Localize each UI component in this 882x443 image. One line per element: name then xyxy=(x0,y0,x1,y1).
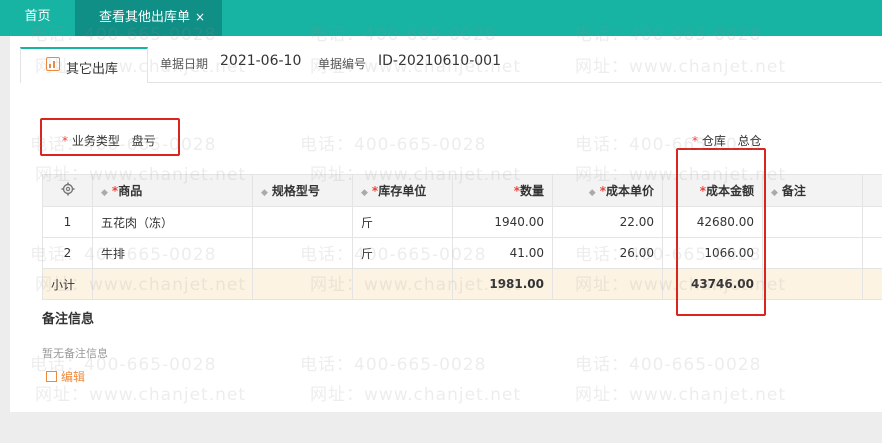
sort-icon[interactable]: ◆ xyxy=(361,188,368,198)
col-unit-cost-label: 成本单价 xyxy=(605,184,654,198)
highlight-box-cost-amount xyxy=(676,148,766,316)
row-index: 1 xyxy=(42,206,93,238)
sort-icon[interactable]: ◆ xyxy=(589,188,596,198)
cell-extra xyxy=(862,237,882,269)
tab-divider xyxy=(148,82,882,83)
cell-empty xyxy=(352,268,453,300)
cell-extra xyxy=(862,206,882,238)
date-value: 2021-06-10 xyxy=(220,53,302,69)
edit-remark-label: 编辑 xyxy=(61,370,86,384)
sort-icon[interactable]: ◆ xyxy=(261,188,268,198)
cell-unit-cost[interactable]: 26.00 xyxy=(552,237,663,269)
close-icon[interactable]: × xyxy=(195,0,205,34)
doc-type-tab-label: 其它出库 xyxy=(66,62,119,77)
tab-view-other-outbound[interactable]: 查看其他出库单 × xyxy=(75,0,222,36)
warehouse-label: 仓库 xyxy=(701,134,726,148)
cell-product[interactable]: 五花肉（冻） xyxy=(92,206,253,238)
chart-doc-icon xyxy=(46,57,60,71)
doc-no-value: ID-20210610-001 xyxy=(378,53,501,69)
cell-qty[interactable]: 41.00 xyxy=(452,237,553,269)
subtotal-label: 小计 xyxy=(42,268,93,300)
col-remark-label: 备注 xyxy=(781,184,806,198)
col-qty-label: 数量 xyxy=(519,184,544,198)
cell-product[interactable]: 牛排 xyxy=(92,237,253,269)
remark-empty-text: 暂无备注信息 xyxy=(42,347,108,360)
sort-icon[interactable]: ◆ xyxy=(771,188,778,198)
edit-icon[interactable] xyxy=(46,371,57,382)
cell-unit[interactable]: 斤 xyxy=(352,206,453,238)
edit-remark-link[interactable]: 编辑 xyxy=(46,368,85,385)
page-footer-gap xyxy=(0,412,882,443)
col-unit[interactable]: ◆ *库存单位 xyxy=(352,174,453,207)
remark-title: 备注信息 xyxy=(42,312,95,327)
cell-remark[interactable] xyxy=(762,206,863,238)
tab-active-label: 查看其他出库单 xyxy=(99,10,191,25)
warehouse-field: * 仓库 总仓 xyxy=(692,132,762,149)
subtotal-qty: 1981.00 xyxy=(452,268,553,300)
col-unit-label: 库存单位 xyxy=(378,184,427,198)
col-unit-cost[interactable]: ◆ *成本单价 xyxy=(552,174,663,207)
tab-home[interactable]: 首页 xyxy=(0,0,75,36)
cell-spec[interactable] xyxy=(252,206,353,238)
col-spec[interactable]: ◆ 规格型号 xyxy=(252,174,353,207)
cell-spec[interactable] xyxy=(252,237,353,269)
doc-type-tab[interactable]: 其它出库 xyxy=(20,47,148,83)
col-product-label: 商品 xyxy=(118,184,143,198)
gear-icon[interactable] xyxy=(61,182,75,196)
cell-qty[interactable]: 1940.00 xyxy=(452,206,553,238)
cell-unit-cost[interactable]: 22.00 xyxy=(552,206,663,238)
warehouse-value: 总仓 xyxy=(737,134,762,148)
col-spec-label: 规格型号 xyxy=(271,184,320,198)
col-extra xyxy=(862,174,882,207)
cell-empty xyxy=(552,268,663,300)
cell-empty xyxy=(862,268,882,300)
col-remark[interactable]: ◆ 备注 xyxy=(762,174,863,207)
doc-no-label: 单据编号 xyxy=(318,57,367,71)
sort-icon[interactable]: ◆ xyxy=(101,188,108,198)
cell-unit[interactable]: 斤 xyxy=(352,237,453,269)
highlight-box-biz-type xyxy=(40,118,180,156)
cell-empty xyxy=(762,268,863,300)
cell-remark[interactable] xyxy=(762,237,863,269)
cell-empty xyxy=(92,268,253,300)
col-product[interactable]: ◆ *商品 xyxy=(92,174,253,207)
column-settings[interactable] xyxy=(42,174,93,207)
col-qty[interactable]: *数量 xyxy=(452,174,553,207)
date-label: 单据日期 xyxy=(160,57,209,71)
row-index: 2 xyxy=(42,237,93,269)
cell-empty xyxy=(252,268,353,300)
required-mark: * xyxy=(692,134,698,148)
